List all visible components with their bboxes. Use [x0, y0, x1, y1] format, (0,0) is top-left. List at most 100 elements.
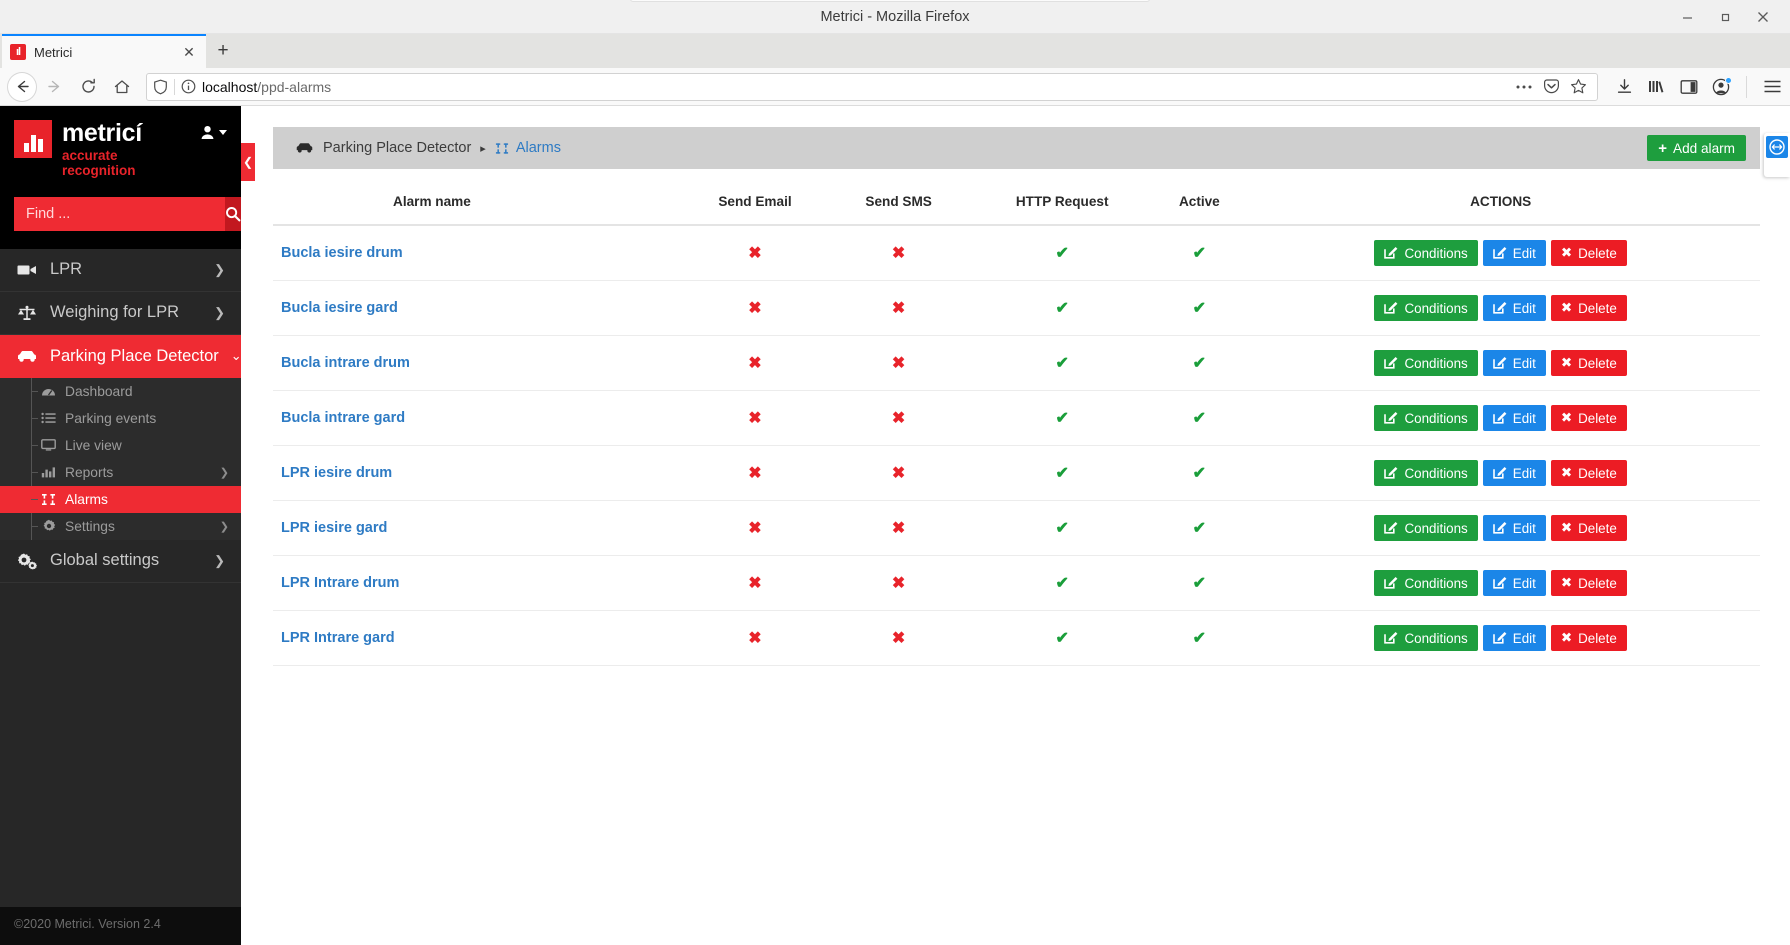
- reload-icon[interactable]: [72, 72, 104, 102]
- url-text[interactable]: localhost/ppd-alarms: [202, 79, 1509, 95]
- conditions-button[interactable]: Conditions: [1374, 350, 1478, 376]
- downloads-icon[interactable]: [1616, 78, 1633, 95]
- delete-button[interactable]: ✖ Delete: [1550, 625, 1627, 651]
- cross-icon: ✖: [748, 245, 762, 262]
- delete-button[interactable]: ✖ Delete: [1550, 405, 1627, 431]
- cell-alarm-name[interactable]: LPR iesire drum: [273, 445, 680, 501]
- conditions-button[interactable]: Conditions: [1374, 240, 1478, 266]
- sidebar-item-reports[interactable]: Reports ❯: [0, 459, 241, 486]
- edit-button[interactable]: Edit: [1482, 625, 1546, 651]
- library-icon[interactable]: [1647, 78, 1666, 95]
- home-icon[interactable]: [106, 72, 138, 102]
- address-bar[interactable]: localhost/ppd-alarms: [146, 72, 1598, 101]
- cell-alarm-name[interactable]: LPR iesire gard: [273, 500, 680, 556]
- chevron-right-icon: ❯: [219, 520, 229, 533]
- brand-text: metricí accurate recognition: [62, 120, 189, 179]
- bookmark-star-icon[interactable]: [1570, 78, 1587, 95]
- conditions-button[interactable]: Conditions: [1374, 460, 1478, 486]
- cell-send-sms: ✖: [830, 225, 967, 281]
- sidebar-item-weighing-for-lpr[interactable]: Weighing for LPR ❯: [0, 292, 241, 335]
- monitor-icon: [40, 439, 57, 451]
- cell-alarm-name[interactable]: LPR Intrare drum: [273, 555, 680, 611]
- delete-button[interactable]: ✖ Delete: [1550, 240, 1627, 266]
- edit-button[interactable]: Edit: [1482, 570, 1546, 596]
- sidebar-item-dashboard[interactable]: Dashboard: [0, 378, 241, 405]
- search-input[interactable]: [14, 196, 225, 231]
- cell-alarm-name[interactable]: Bucla intrare drum: [273, 335, 680, 391]
- check-icon: ✔: [1192, 520, 1207, 537]
- remote-access-widget[interactable]: [1764, 133, 1790, 177]
- delete-button[interactable]: ✖ Delete: [1550, 570, 1627, 596]
- sidebar-item-parking-place-detector[interactable]: Parking Place Detector ⌄: [0, 334, 241, 378]
- edit-button[interactable]: Edit: [1482, 240, 1546, 266]
- cross-icon: ✖: [1560, 300, 1573, 315]
- cell-alarm-name[interactable]: Bucla iesire drum: [273, 225, 680, 281]
- conditions-button[interactable]: Conditions: [1374, 570, 1478, 596]
- cell-send-email: ✖: [679, 390, 831, 446]
- sidebar-item-parking-events[interactable]: Parking events: [0, 405, 241, 432]
- delete-button[interactable]: ✖ Delete: [1550, 295, 1627, 321]
- conditions-button[interactable]: Conditions: [1374, 295, 1478, 321]
- tracking-shield-icon[interactable]: [153, 79, 168, 95]
- table-row: LPR Intrare gard ✖ ✖ ✔ ✔ Conditions Edit ✖ Delet…: [273, 610, 1760, 666]
- site-info-icon[interactable]: [181, 79, 196, 94]
- conditions-button[interactable]: Conditions: [1374, 625, 1478, 651]
- hamburger-menu-icon[interactable]: [1763, 79, 1782, 94]
- sidebar-item-global-settings[interactable]: Global settings ❯: [0, 540, 241, 583]
- close-icon[interactable]: [1744, 0, 1782, 34]
- minimize-icon[interactable]: [1668, 0, 1706, 34]
- breadcrumb-separator-icon: ▸: [480, 142, 486, 155]
- account-icon[interactable]: [1712, 76, 1732, 96]
- page-viewport: metricí accurate recognition Find ... LP…: [0, 106, 1790, 945]
- cell-send-sms: ✖: [830, 500, 967, 556]
- cell-alarm-name[interactable]: LPR Intrare gard: [273, 610, 680, 666]
- edit-button[interactable]: Edit: [1482, 295, 1546, 321]
- edit-label: Edit: [1512, 245, 1536, 261]
- edit-button[interactable]: Edit: [1482, 350, 1546, 376]
- favicon-glyph: ıl: [15, 45, 21, 58]
- check-icon: ✔: [1192, 630, 1207, 647]
- cell-active: ✔: [1157, 610, 1242, 666]
- edit-square-icon: [1384, 355, 1398, 372]
- user-account-menu[interactable]: [199, 120, 227, 141]
- edit-square-icon: [1492, 245, 1507, 262]
- sidebar-item-settings[interactable]: Settings ❯: [0, 513, 241, 540]
- conditions-button[interactable]: Conditions: [1374, 405, 1478, 431]
- edit-button[interactable]: Edit: [1482, 460, 1546, 486]
- teamviewer-icon[interactable]: [1766, 136, 1788, 158]
- breadcrumb-parent[interactable]: Parking Place Detector: [323, 140, 471, 156]
- conditions-button[interactable]: Conditions: [1374, 515, 1478, 541]
- edit-button[interactable]: Edit: [1482, 515, 1546, 541]
- sidebar-item-lpr[interactable]: LPR ❯: [0, 249, 241, 292]
- cell-alarm-name[interactable]: Bucla intrare gard: [273, 390, 680, 446]
- search-button[interactable]: [225, 196, 241, 231]
- maximize-icon[interactable]: [1706, 0, 1744, 34]
- cell-active: ✔: [1157, 280, 1242, 336]
- cell-alarm-name[interactable]: Bucla iesire gard: [273, 280, 680, 336]
- add-alarm-button[interactable]: + Add alarm: [1647, 135, 1746, 161]
- tab-close-icon[interactable]: ✕: [180, 43, 198, 61]
- new-tab-button[interactable]: +: [206, 34, 240, 68]
- gauge-icon: [40, 385, 57, 397]
- delete-button[interactable]: ✖ Delete: [1550, 515, 1627, 541]
- breadcrumb-current[interactable]: Alarms: [495, 140, 561, 156]
- back-icon[interactable]: [8, 72, 36, 101]
- pocket-icon[interactable]: [1543, 78, 1560, 95]
- cross-icon: ✖: [891, 520, 906, 537]
- sidebar-toggle-icon[interactable]: [1680, 79, 1698, 95]
- delete-label: Delete: [1578, 410, 1617, 426]
- sidebar-item-live-view[interactable]: Live view: [0, 432, 241, 459]
- delete-label: Delete: [1578, 575, 1617, 591]
- delete-label: Delete: [1578, 355, 1617, 371]
- forward-icon[interactable]: [38, 72, 70, 102]
- list-icon: [40, 412, 57, 424]
- table-row: Bucla intrare drum ✖ ✖ ✔ ✔ Conditions Edit ✖ Del…: [273, 335, 1760, 391]
- delete-button[interactable]: ✖ Delete: [1550, 350, 1627, 376]
- address-bar-actions: [1515, 78, 1591, 95]
- edit-button[interactable]: Edit: [1482, 405, 1546, 431]
- page-actions-icon[interactable]: [1515, 84, 1533, 90]
- tab-metrici[interactable]: ıl Metrici ✕: [2, 34, 206, 68]
- delete-button[interactable]: ✖ Delete: [1550, 460, 1627, 486]
- sidebar-collapse-button[interactable]: ❮: [241, 143, 255, 181]
- sidebar-item-alarms[interactable]: Alarms: [0, 485, 241, 513]
